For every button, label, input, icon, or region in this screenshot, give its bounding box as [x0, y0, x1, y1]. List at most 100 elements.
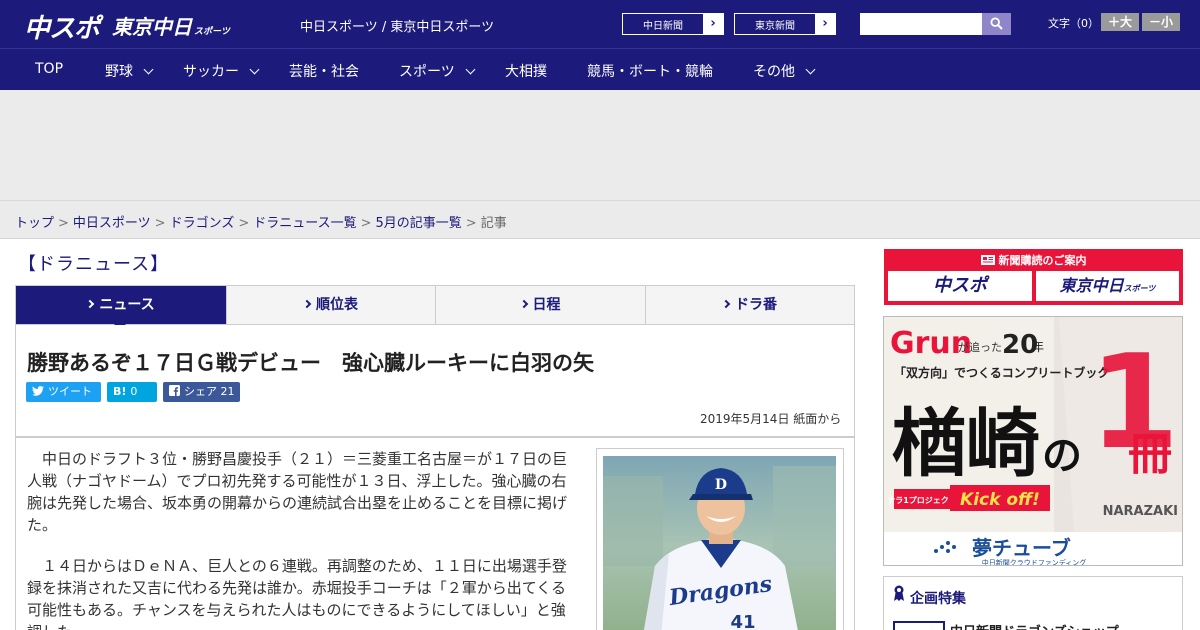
- ribbon-icon: [894, 585, 904, 601]
- banner-graphic: Grun が追った 20 年 「双方向」でつくるコンプリートブック 楢崎 の 1…: [884, 317, 1182, 566]
- hatena-bookmark-button[interactable]: B! 0: [107, 382, 157, 402]
- banner-project: ナラ1プロジェクト: [887, 495, 957, 505]
- chevron-right-icon: [721, 299, 731, 309]
- nav-label: スポーツ: [399, 64, 455, 80]
- dragons-shop-link[interactable]: 中日新聞ドラゴンズショップ: [950, 621, 1119, 630]
- font-smaller-button[interactable]: －小: [1142, 13, 1180, 31]
- font-larger-button[interactable]: ＋大: [1101, 13, 1139, 31]
- chevron-right-icon: ›: [815, 14, 835, 34]
- nav-label: 大相撲: [505, 64, 547, 80]
- banner-yume-sub: 中日新聞クラウドファンディング: [982, 558, 1087, 566]
- sub-tokyo-chunichi-logo[interactable]: 東京中日スポーツ: [1036, 271, 1179, 301]
- tweet-button[interactable]: ツイート: [26, 382, 101, 402]
- chevron-right-icon: [302, 299, 312, 309]
- nav-soccer[interactable]: サッカー: [183, 61, 260, 81]
- nav-entertainment[interactable]: 芸能・社会: [289, 61, 359, 81]
- breadcrumb-separator: >: [238, 216, 250, 231]
- tab-news[interactable]: ニュース: [16, 286, 227, 324]
- facebook-icon: [169, 385, 180, 396]
- banner-book: 冊: [1128, 429, 1172, 480]
- tab-bar: ニュース 順位表 日程 ドラ番: [15, 285, 855, 325]
- breadcrumb-top[interactable]: トップ: [15, 216, 54, 231]
- article-paragraph: 中日のドラフト３位・勝野昌慶投手（２１）＝三菱重工名古屋＝が１７日の巨人戦（ナゴ…: [27, 450, 568, 534]
- facebook-share-button[interactable]: シェア 21: [163, 382, 240, 402]
- nav-label: 野球: [105, 64, 133, 80]
- nav-baseball[interactable]: 野球: [105, 61, 154, 81]
- breadcrumb-bar: トップ > 中日スポーツ > ドラゴンズ > ドラニュース一覧 >5月の記事一覧 > 記事: [0, 200, 1200, 239]
- tokyo-logo-sub: スポーツ: [194, 27, 230, 37]
- banner-grun-tail: が追った: [958, 340, 1002, 354]
- banner-player: NARAZAKI: [1103, 504, 1178, 519]
- chunichi-shimbun-label: 中日新聞: [643, 21, 683, 32]
- special-feature-title: 企画特集: [910, 591, 966, 607]
- narazaki-banner[interactable]: Grun が追った 20 年 「双方向」でつくるコンプリートブック 楢崎 の 1…: [883, 316, 1183, 566]
- banner-years-unit: 年: [1032, 340, 1044, 354]
- breadcrumb-dragons[interactable]: ドラゴンズ: [170, 216, 235, 231]
- chevron-down-icon: [465, 64, 476, 75]
- tokyo-chunichi-logo[interactable]: 東京中日 スポーツ: [112, 11, 230, 40]
- font-size-label: 文字（0）: [1048, 17, 1099, 30]
- shop-thumbnail[interactable]: [893, 621, 945, 630]
- banner-subtitle: 「双方向」でつくるコンプリートブック: [894, 365, 1109, 380]
- tab-label: ドラ番: [735, 297, 777, 313]
- article-paragraph: １４日からはＤｅＮＡ、巨人との６連戦。再調整のため、１１日に出場選手登録を抹消さ…: [27, 557, 567, 630]
- tokyo-shimbun-button[interactable]: 東京新聞 ›: [734, 13, 836, 35]
- breadcrumb-chunichi-sports[interactable]: 中日スポーツ: [73, 216, 151, 231]
- tab-standings[interactable]: 順位表: [227, 286, 436, 324]
- banner-yume: 夢チューブ: [972, 536, 1071, 560]
- breadcrumb-dora-news-list[interactable]: ドラニュース一覧: [253, 216, 356, 231]
- banner-no: の: [1042, 432, 1082, 479]
- chunichi-shimbun-button[interactable]: 中日新聞 ›: [622, 13, 724, 35]
- chevron-right-icon: [86, 299, 95, 309]
- search-icon: [990, 17, 1003, 30]
- player-photo[interactable]: D Dragons 41: [603, 456, 836, 630]
- banner-kickoff: Kick off!: [960, 490, 1040, 510]
- newspaper-icon: [980, 255, 995, 265]
- nav-label: その他: [753, 64, 795, 80]
- tokyo-logo-text: 東京中日: [112, 15, 192, 39]
- tab-schedule[interactable]: 日程: [436, 286, 646, 324]
- top-header: 中スポ 東京中日 スポーツ 中日スポーツ / 東京中日スポーツ 中日新聞 › 東京…: [0, 0, 1200, 48]
- subscription-label: 新聞購読のご案内: [998, 254, 1087, 267]
- breadcrumb-separator: >: [58, 216, 69, 231]
- ad-space: [0, 90, 1200, 200]
- tokyo-shimbun-label: 東京新聞: [755, 21, 795, 32]
- tab-label: 日程: [532, 297, 561, 313]
- breadcrumb-separator: >: [465, 216, 477, 231]
- breadcrumb-may-articles[interactable]: 5月の記事一覧: [376, 216, 462, 231]
- nav-label: 競馬・ボート・競輪: [587, 64, 713, 80]
- hatena-icon: B!: [113, 385, 127, 398]
- tab-label: ニュース: [99, 297, 155, 313]
- breadcrumb: トップ > 中日スポーツ > ドラゴンズ > ドラニュース一覧 >5月の記事一覧 > 記事: [15, 212, 507, 231]
- search-button[interactable]: [982, 13, 1011, 35]
- tab-label: 順位表: [316, 297, 358, 313]
- nav-top[interactable]: TOP: [35, 61, 63, 77]
- cap-letter: D: [715, 477, 727, 493]
- nav-label: サッカー: [183, 64, 239, 80]
- share-count: 21: [220, 385, 235, 398]
- chevron-down-icon: [805, 64, 816, 75]
- hatena-count: 0: [130, 385, 138, 398]
- chevron-down-icon: [143, 64, 154, 75]
- nav-label: 芸能・社会: [289, 64, 359, 80]
- jersey-number: 41: [730, 612, 755, 630]
- nav-racing[interactable]: 競馬・ボート・競輪: [587, 61, 713, 81]
- search-input[interactable]: [860, 13, 982, 35]
- subscription-title: 新聞購読のご案内: [884, 252, 1183, 268]
- chevron-right-icon: ›: [703, 14, 723, 34]
- nav-others[interactable]: その他: [753, 61, 816, 81]
- sub-tokyo-logo-text: 東京中日: [1059, 276, 1124, 295]
- nav-label: TOP: [35, 61, 64, 77]
- nav-sumo[interactable]: 大相撲: [505, 61, 547, 81]
- sub-tokyo-logo-small: スポーツ: [1123, 284, 1156, 293]
- nav-sports[interactable]: スポーツ: [399, 61, 476, 81]
- tab-dora-ban[interactable]: ドラ番: [646, 286, 854, 324]
- main-nav: TOP 野球 サッカー 芸能・社会 スポーツ 大相撲 競馬・ボート・競輪 その他: [0, 48, 1200, 90]
- chevron-right-icon: [519, 299, 528, 309]
- player-photo-image: D Dragons 41: [603, 456, 836, 630]
- chuspo-logo[interactable]: 中スポ: [24, 8, 100, 45]
- chevron-down-icon: [249, 64, 260, 75]
- breadcrumb-separator: >: [154, 216, 166, 231]
- sub-chuspo-logo[interactable]: 中スポ: [888, 271, 1032, 301]
- section-title: 【ドラニュース】: [18, 254, 170, 275]
